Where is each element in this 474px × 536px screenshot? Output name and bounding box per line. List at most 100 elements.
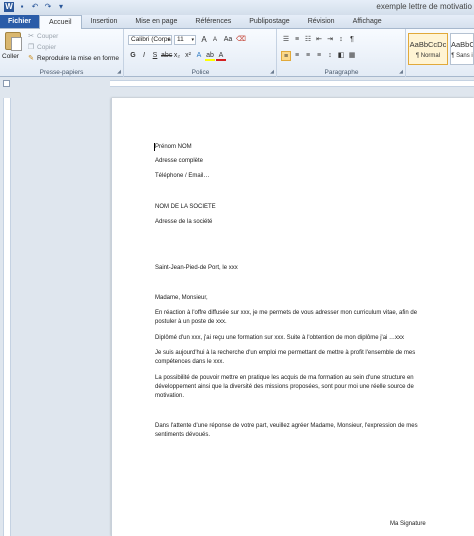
title-bar: W ▪ ↶ ↷ ▾ exemple lettre de motivatio (0, 0, 474, 15)
decrease-indent-icon[interactable]: ⇤ (314, 35, 324, 45)
quick-access-toolbar: W ▪ ↶ ↷ ▾ (4, 2, 66, 12)
shading-icon[interactable]: ◧ (336, 51, 346, 61)
paste-label: Coller (2, 53, 19, 60)
font-bottom-buttons: G I S abc x₂ x² A ab A (128, 51, 226, 61)
redo-icon[interactable]: ↷ (43, 2, 53, 12)
grow-font-button[interactable]: A (199, 35, 209, 45)
justify-icon[interactable]: ≡ (314, 51, 324, 61)
signature: Ma Signature (390, 521, 426, 527)
word-icon: W (4, 2, 14, 12)
ribbon: Coller ✂ Couper ❐ Copier ✎ Reproduire la… (0, 29, 474, 77)
copy-label: Copier (37, 43, 57, 51)
closing-line-2: sentiments dévoués. (155, 432, 211, 438)
clear-formatting-icon[interactable]: ⌫ (236, 35, 246, 45)
company-name: NOM DE LA SOCIETE (155, 204, 216, 210)
floppy-icon[interactable]: ▪ (17, 2, 27, 12)
multilevel-list-icon[interactable]: ☷ (303, 35, 313, 45)
font-top-buttons: A A Aa ⌫ (199, 35, 246, 45)
paragraph-4-line-3: motivation. (155, 393, 185, 399)
format-painter-button[interactable]: ✎ Reproduire la mise en forme (27, 54, 120, 63)
font-group-label: Police (191, 69, 210, 76)
paragraph-3-line-1: Je suis aujourd'hui à la recherche d'un … (155, 350, 416, 356)
salutation: Madame, Monsieur, (155, 295, 208, 301)
tab-insertion[interactable]: Insertion (82, 15, 127, 28)
font-launcher-icon[interactable]: ◢ (270, 69, 274, 75)
window-title: exemple lettre de motivatio (376, 2, 472, 11)
font-group: Calibri (Corps ▾ 11 ▾ A A Aa ⌫ G I S abc x… (125, 29, 277, 77)
italic-button[interactable]: I (139, 51, 149, 61)
scissors-icon: ✂ (28, 33, 34, 40)
text-effects-icon[interactable]: A (194, 51, 204, 61)
style-sans-preview: AaBbCcDc (451, 40, 473, 49)
tab-references[interactable]: Références (186, 15, 240, 28)
style-sans-interligne[interactable]: AaBbCcDc ¶ Sans i (450, 33, 474, 65)
tab-revision[interactable]: Révision (299, 15, 344, 28)
closing-line-1: Dans l'attente d'une réponse de votre pa… (155, 423, 418, 429)
paragraph-2-line-1: Diplômé d'un xxx, j'ai reçu une formatio… (155, 335, 405, 341)
font-name-combo[interactable]: Calibri (Corps ▾ (128, 35, 172, 45)
tab-fichier[interactable]: Fichier (0, 15, 39, 28)
change-case-button[interactable]: Aa (221, 35, 235, 45)
bullets-icon[interactable]: ☰ (281, 35, 291, 45)
tab-publipostage[interactable]: Publipostage (240, 15, 298, 28)
paragraph-1-line-2: postuler à un poste de xxx. (155, 319, 227, 325)
font-size-combo[interactable]: 11 ▾ (174, 35, 196, 45)
paragraph-group-label: Paragraphe (324, 69, 359, 76)
sender-address: Adresse complète (155, 158, 204, 164)
show-marks-icon[interactable]: ¶ (347, 35, 357, 45)
tab-selector-icon[interactable] (3, 80, 10, 87)
borders-icon[interactable]: ▦ (347, 51, 357, 61)
paragraph-4-line-1: La possibilité de pouvoir mettre en prat… (155, 375, 414, 381)
qat-dropdown-icon[interactable]: ▾ (56, 2, 66, 12)
align-left-icon[interactable]: ≡ (281, 51, 291, 61)
paragraph-3-line-2: compétences dans le xxx. (155, 359, 225, 365)
clipboard-group: Coller ✂ Couper ❐ Copier ✎ Reproduire la… (0, 29, 124, 77)
clipboard-group-label: Presse-papiers (39, 69, 84, 76)
undo-icon[interactable]: ↶ (30, 2, 40, 12)
document-page[interactable]: Prénom NOM Adresse complète Téléphone / … (111, 98, 474, 536)
vertical-ruler[interactable] (3, 98, 11, 536)
strikethrough-icon[interactable]: abc (161, 51, 172, 61)
align-center-icon[interactable]: ≡ (292, 51, 302, 61)
tab-affichage[interactable]: Affichage (344, 15, 391, 28)
paragraph-1-line-1: En réaction à l'offre diffusée sur xxx, … (155, 310, 418, 316)
underline-button[interactable]: S (150, 51, 160, 61)
paintbrush-icon: ✎ (28, 55, 34, 62)
paragraph-launcher-icon[interactable]: ◢ (399, 69, 403, 75)
font-name-value: Calibri (Corps (131, 36, 171, 43)
ribbon-tabs: Fichier Accueil Insertion Mise en page R… (0, 15, 474, 29)
bold-button[interactable]: G (128, 51, 138, 61)
increase-indent-icon[interactable]: ⇥ (325, 35, 335, 45)
style-normal[interactable]: AaBbCcDc ¶ Normal (408, 33, 448, 65)
font-size-value: 11 (177, 36, 184, 43)
line-spacing-icon[interactable]: ↕ (325, 51, 335, 61)
cut-button[interactable]: ✂ Couper (27, 32, 59, 41)
company-address: Adresse de la société (155, 219, 213, 225)
font-color-button[interactable]: A (216, 51, 226, 61)
copy-button[interactable]: ❐ Copier (27, 43, 57, 52)
sort-icon[interactable]: ↕ (336, 35, 346, 45)
paragraph-top-buttons: ☰ ≡ ☷ ⇤ ⇥ ↕ ¶ (281, 35, 357, 45)
shrink-font-button[interactable]: A (210, 35, 220, 45)
clipboard-icon (5, 32, 22, 51)
paragraph-4-line-2: développement ainsi que la diversité des… (155, 384, 414, 390)
paragraph-bottom-buttons: ≡ ≡ ≡ ≡ ↕ ◧ ▦ (281, 51, 357, 61)
cut-label: Couper (37, 32, 59, 40)
sender-name: Prénom NOM (155, 144, 192, 150)
style-normal-preview: AaBbCcDc (409, 40, 447, 49)
style-sans-name: ¶ Sans i (451, 53, 473, 59)
align-right-icon[interactable]: ≡ (303, 51, 313, 61)
sender-contact: Téléphone / Email… (155, 173, 210, 179)
clipboard-launcher-icon[interactable]: ◢ (117, 69, 121, 75)
horizontal-ruler[interactable] (110, 80, 474, 87)
paragraph-group: ☰ ≡ ☷ ⇤ ⇥ ↕ ¶ ≡ ≡ ≡ ≡ ↕ ◧ ▦ Paragraphe ◢ (278, 29, 406, 77)
copy-icon: ❐ (27, 44, 35, 51)
chevron-down-icon: ▾ (191, 37, 194, 43)
superscript-icon[interactable]: x² (183, 51, 193, 61)
subscript-icon[interactable]: x₂ (172, 51, 182, 61)
tab-mise-en-page[interactable]: Mise en page (126, 15, 186, 28)
tab-accueil[interactable]: Accueil (38, 15, 82, 29)
highlight-icon[interactable]: ab (205, 51, 215, 61)
format-painter-label: Reproduire la mise en forme (37, 54, 120, 62)
numbering-icon[interactable]: ≡ (292, 35, 302, 45)
